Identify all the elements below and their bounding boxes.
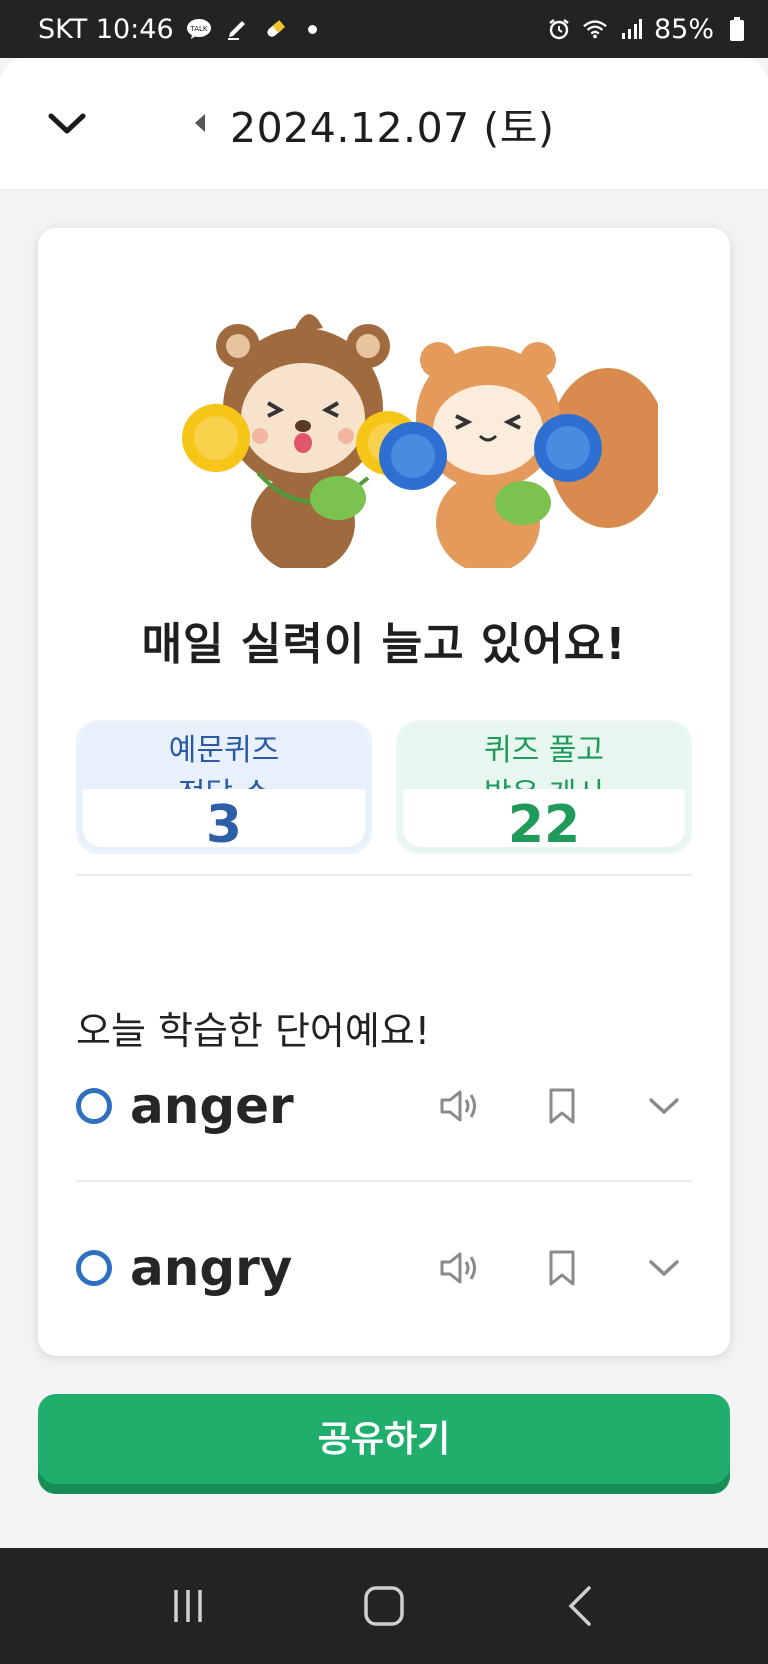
carrier-time: SKT 10:46 <box>38 13 174 45</box>
chevron-down-icon[interactable] <box>642 1246 686 1290</box>
stat-card-quiz-correct: 예문퀴즈 정답 수 3 <box>76 720 372 854</box>
daily-summary-card: 매일 실력이 늘고 있어요! 예문퀴즈 정답 수 3 퀴즈 풀고 받은 게시 2… <box>38 228 730 1356</box>
word-text: angry <box>130 1239 293 1297</box>
share-button[interactable]: 공유하기 <box>38 1394 730 1494</box>
speaker-icon[interactable] <box>438 1084 482 1128</box>
list-item[interactable]: anger <box>76 1066 692 1146</box>
divider <box>76 1180 692 1182</box>
bookmark-icon[interactable] <box>540 1084 584 1128</box>
svg-text:TALK: TALK <box>189 25 207 33</box>
list-item[interactable]: angry <box>76 1228 692 1308</box>
divider <box>76 874 692 876</box>
date-title[interactable]: 2024.12.07 (토) <box>230 94 555 154</box>
home-icon[interactable] <box>354 1576 414 1636</box>
stat-value: 22 <box>507 795 581 854</box>
circle-mark-icon <box>76 1250 112 1286</box>
header: 2024.12.07 (토) <box>0 58 768 190</box>
section-title: 오늘 학습한 단어예요! <box>76 1009 431 1053</box>
notification-dot <box>307 24 317 34</box>
caret-left-icon[interactable] <box>188 110 212 136</box>
headline: 매일 실력이 늘고 있어요! <box>141 619 627 670</box>
circle-mark-icon <box>76 1088 112 1124</box>
mascot-illustration <box>182 314 658 568</box>
word-text: anger <box>130 1077 294 1135</box>
wifi-icon <box>582 16 608 42</box>
battery-icon <box>724 16 750 42</box>
status-bar: SKT 10:46 TALK 85% <box>0 0 768 58</box>
system-nav-bar <box>0 1548 768 1664</box>
speaker-icon[interactable] <box>438 1246 482 1290</box>
alarm-icon <box>546 16 572 42</box>
signal-icon <box>618 16 644 42</box>
bookmark-icon[interactable] <box>540 1246 584 1290</box>
stat-value: 3 <box>205 795 243 854</box>
stat-card-quiz-reward: 퀴즈 풀고 받은 게시 22 <box>396 720 692 854</box>
chevron-down-icon[interactable] <box>42 98 92 148</box>
chevron-down-icon[interactable] <box>642 1084 686 1128</box>
back-icon[interactable] <box>550 1576 610 1636</box>
pill-icon <box>262 16 288 42</box>
talk-icon: TALK <box>186 16 212 42</box>
battery-level: 85% <box>653 13 714 45</box>
recent-apps-icon[interactable] <box>158 1576 218 1636</box>
pen-icon <box>224 16 250 42</box>
